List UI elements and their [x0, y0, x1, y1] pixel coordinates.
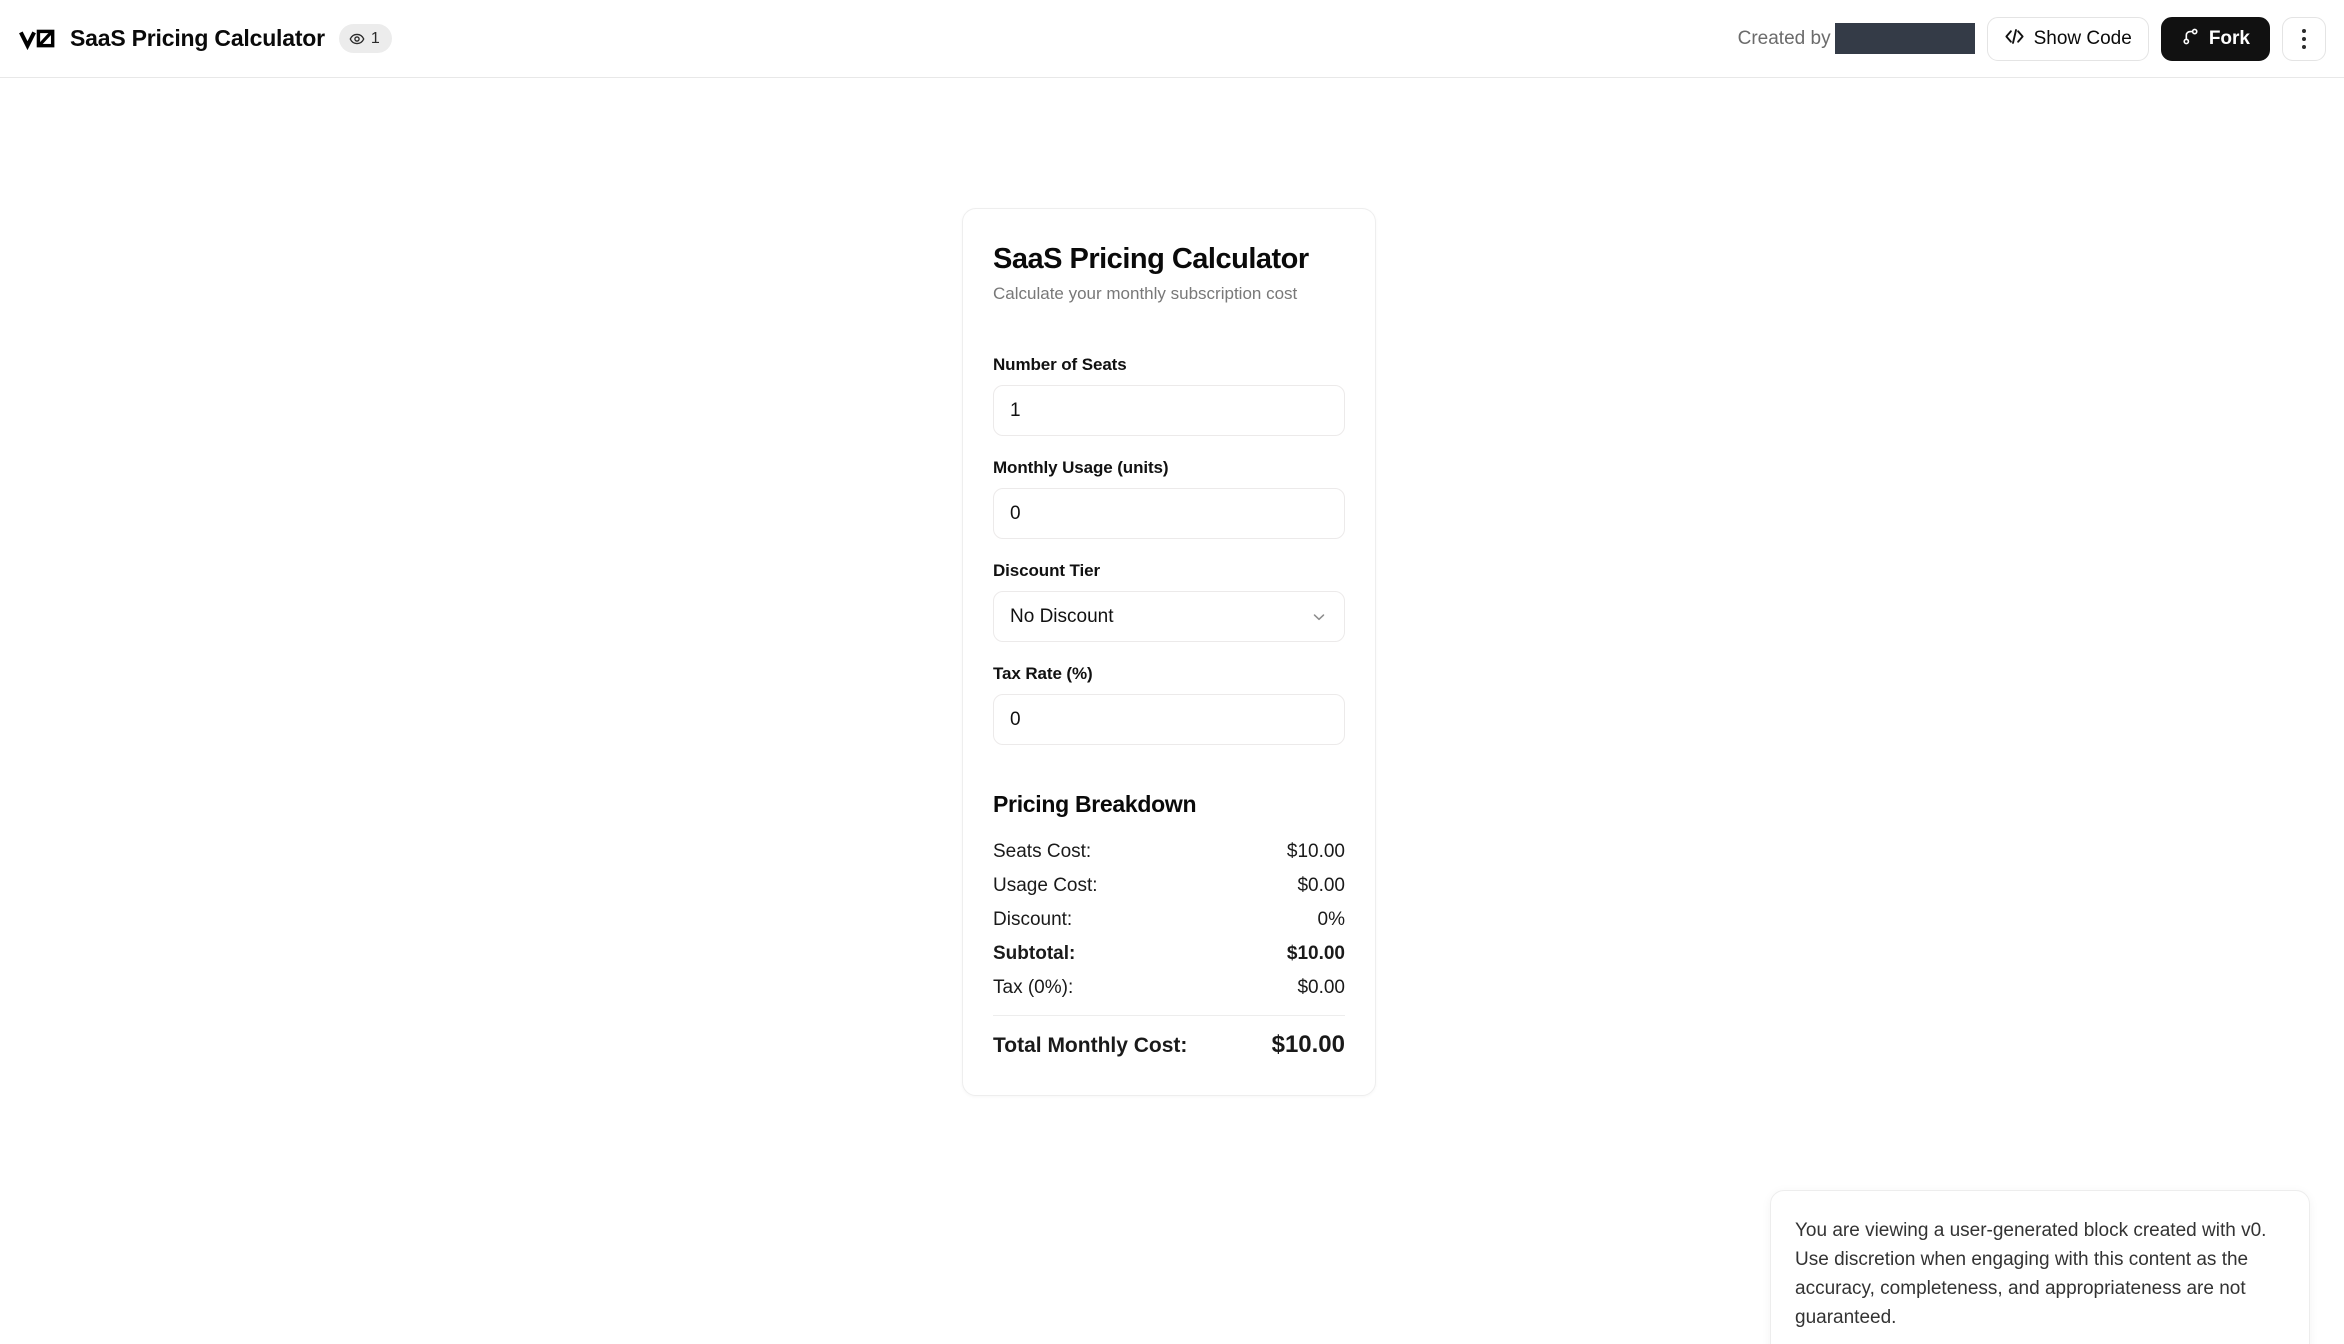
breakdown-value: 0%: [1317, 909, 1345, 931]
usage-input-value: 0: [1010, 502, 1021, 524]
code-brackets-icon: [2004, 28, 2025, 49]
breakdown-row-total: Total Monthly Cost: $10.00: [993, 1016, 1345, 1065]
breakdown-row-seats-cost: Seats Cost: $10.00: [993, 835, 1345, 869]
seats-label: Number of Seats: [993, 355, 1127, 375]
show-code-label: Show Code: [2033, 28, 2132, 49]
top-bar: SaaS Pricing Calculator 1 Created by Sho…: [0, 0, 2344, 78]
breakdown-title: Pricing Breakdown: [993, 791, 1197, 818]
views-badge: 1: [338, 24, 392, 53]
usage-input[interactable]: 0: [993, 488, 1345, 540]
breakdown-label: Seats Cost:: [993, 841, 1092, 863]
seats-input[interactable]: 1: [993, 385, 1345, 437]
calculator-subtitle: Calculate your monthly subscription cost: [993, 284, 1298, 304]
top-bar-left-group: SaaS Pricing Calculator 1: [18, 24, 392, 54]
breakdown-row-tax: Tax (0%): $0.00: [993, 971, 1345, 1005]
disclaimer-toast: You are viewing a user-generated block c…: [1770, 1190, 2310, 1344]
calculator-title: SaaS Pricing Calculator: [993, 243, 1309, 275]
kebab-menu-icon: [2302, 28, 2306, 49]
preview-canvas: SaaS Pricing Calculator Calculate your m…: [0, 79, 2344, 1344]
breakdown-label: Tax (0%):: [993, 977, 1074, 999]
eye-icon: [349, 31, 365, 47]
fork-label: Fork: [2208, 28, 2250, 49]
breakdown-row-subtotal: Subtotal: $10.00: [993, 937, 1345, 971]
breakdown-row-discount: Discount: 0%: [993, 903, 1345, 937]
top-bar-right-group: Created by Show Code Fork: [1738, 16, 2326, 61]
breakdown-value: $0.00: [1297, 977, 1345, 999]
more-options-button[interactable]: [2282, 16, 2326, 61]
field-monthly-usage: Monthly Usage (units) 0: [993, 458, 1345, 540]
views-count: 1: [370, 29, 380, 47]
total-value: $10.00: [1271, 1031, 1345, 1059]
usage-label: Monthly Usage (units): [993, 458, 1169, 478]
created-by-redacted-author: [1834, 23, 1975, 54]
pricing-breakdown: Pricing Breakdown Seats Cost: $10.00 Usa…: [993, 791, 1345, 1065]
pricing-calculator-card: SaaS Pricing Calculator Calculate your m…: [962, 208, 1376, 1097]
created-by-label: Created by: [1737, 27, 1831, 49]
tax-label: Tax Rate (%): [993, 664, 1093, 684]
breakdown-label: Subtotal:: [993, 943, 1076, 965]
field-discount-tier: Discount Tier No Discount: [993, 561, 1345, 643]
field-number-of-seats: Number of Seats 1: [993, 355, 1345, 437]
total-label: Total Monthly Cost:: [993, 1034, 1188, 1058]
breakdown-value: $10.00: [1286, 841, 1345, 863]
fork-button[interactable]: Fork: [2160, 16, 2270, 61]
v0-logo-icon[interactable]: [18, 24, 56, 54]
seats-input-value: 1: [1010, 399, 1021, 421]
chevron-down-icon: [1310, 608, 1328, 626]
breakdown-value: $0.00: [1297, 875, 1345, 897]
breakdown-label: Usage Cost:: [993, 875, 1098, 897]
page-title: SaaS Pricing Calculator: [70, 25, 325, 51]
created-by: Created by: [1738, 23, 1975, 54]
discount-label: Discount Tier: [993, 561, 1101, 581]
show-code-button[interactable]: Show Code: [1986, 16, 2149, 61]
field-tax-rate: Tax Rate (%) 0: [993, 664, 1345, 746]
calculator-form: Number of Seats 1 Monthly Usage (units) …: [993, 355, 1345, 746]
breakdown-value: $10.00: [1286, 943, 1345, 965]
breakdown-label: Discount:: [993, 909, 1073, 931]
disclaimer-message: You are viewing a user-generated block c…: [1795, 1220, 2267, 1328]
tax-rate-input[interactable]: 0: [993, 694, 1345, 746]
breakdown-row-usage-cost: Usage Cost: $0.00: [993, 869, 1345, 903]
discount-select-value: No Discount: [1010, 605, 1114, 627]
git-branch-icon: [2181, 27, 2200, 50]
tax-input-value: 0: [1010, 708, 1021, 730]
discount-tier-select[interactable]: No Discount: [993, 591, 1345, 643]
